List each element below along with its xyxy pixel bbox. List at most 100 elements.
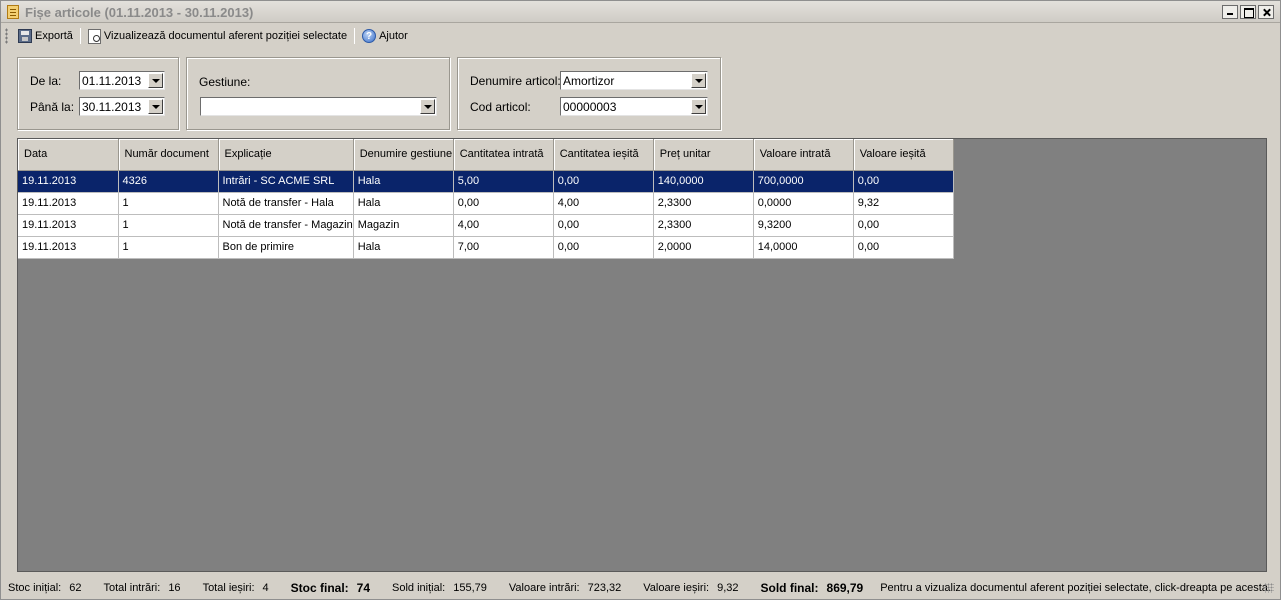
status-sold-final: Sold final: 869,79 [761, 581, 864, 595]
view-document-button[interactable]: Vizualizează documentul aferent poziției… [84, 26, 351, 46]
status-label: Total ieșiri: [202, 582, 255, 594]
table-cell: 5,00 [453, 170, 554, 193]
to-date-label: Până la: [30, 100, 75, 114]
table-cell: 19.11.2013 [18, 214, 119, 237]
table-cell: 0,00 [553, 170, 654, 193]
status-value: 62 [69, 582, 82, 594]
status-sold-initial: Sold inițial: 155,79 [392, 582, 487, 594]
table-cell: Hala [353, 170, 454, 193]
table-cell: 1 [118, 192, 219, 215]
gestiune-select[interactable] [200, 97, 437, 116]
status-value: 869,79 [826, 581, 864, 595]
toolbar: Exportă Vizualizează documentul aferent … [1, 24, 1280, 48]
status-valoare-intrari: Valoare intrări: 723,32 [509, 582, 621, 594]
chevron-down-icon[interactable] [691, 99, 706, 114]
table-cell: 4,00 [453, 214, 554, 237]
status-hint: Pentru a vizualiza documentul aferent po… [880, 582, 1271, 594]
help-label: Ajutor [379, 30, 408, 42]
article-movements-grid[interactable]: Data Număr document Explicație Denumire ges… [17, 138, 1267, 572]
table-cell: Intrări - SC ACME SRL [218, 170, 354, 193]
table-cell: 0,00 [853, 214, 954, 237]
movements-table: Data Număr document Explicație Denumire ges… [18, 139, 954, 259]
table-cell: 0,00 [853, 236, 954, 259]
column-header[interactable]: Preț unitar [653, 139, 754, 171]
resize-grip[interactable] [1264, 583, 1274, 593]
grid-header-row: Data Număr document Explicație Denumire ges… [18, 139, 954, 171]
title-bar[interactable]: Fișe articole (01.11.2013 - 30.11.2013) [1, 1, 1280, 23]
status-label: Stoc final: [290, 581, 349, 595]
table-cell: Notă de transfer - Hala [218, 192, 354, 215]
column-header[interactable]: Cantitatea intrată [453, 139, 554, 171]
table-row[interactable]: 19.11.2013 1 Notă de transfer - Hala Hala 0,… [18, 192, 954, 215]
chevron-down-icon[interactable] [148, 99, 163, 114]
table-cell: 0,00 [453, 192, 554, 215]
grid-body: 19.11.2013 4326 Intrări - SC ACME SRL Hala 5… [18, 170, 954, 259]
status-value: 155,79 [453, 582, 487, 594]
table-row[interactable]: 19.11.2013 1 Bon de primire Hala 7,00 0,00 2,0… [18, 236, 954, 259]
table-cell: 4326 [118, 170, 219, 193]
column-header[interactable]: Cantitatea ieșită [553, 139, 654, 171]
article-code-value: 00000003 [563, 100, 617, 114]
article-code-label: Cod articol: [470, 100, 531, 114]
status-label: Valoare intrări: [508, 582, 580, 594]
chevron-down-icon[interactable] [691, 73, 706, 88]
to-date-value: 30.11.2013 [82, 100, 142, 114]
to-date-picker[interactable]: 30.11.2013 [79, 97, 165, 116]
table-row[interactable]: 19.11.2013 4326 Intrări - SC ACME SRL Hala 5… [18, 170, 954, 193]
table-cell: 0,00 [553, 214, 654, 237]
chevron-down-icon[interactable] [420, 99, 435, 114]
status-label: Total intrări: [103, 582, 161, 594]
help-icon: ? [362, 29, 377, 43]
status-valoare-iesiri: Valoare ieșiri: 9,32 [643, 582, 738, 594]
from-date-value: 01.11.2013 [82, 74, 142, 88]
table-cell: 9,32 [853, 192, 954, 215]
status-label: Sold inițial: [392, 582, 446, 594]
table-cell: 1 [118, 236, 219, 259]
status-total-iesiri: Total ieșiri: 4 [203, 582, 269, 594]
column-header[interactable]: Data [18, 139, 119, 171]
status-total-intrari: Total intrări: 16 [103, 582, 180, 594]
from-date-picker[interactable]: 01.11.2013 [79, 71, 165, 90]
table-cell: Hala [353, 236, 454, 259]
window-title: Fișe articole (01.11.2013 - 30.11.2013) [25, 5, 254, 20]
column-header[interactable]: Denumire gestiune [353, 139, 454, 171]
status-value: 74 [356, 581, 371, 595]
status-stoc-initial: Stoc inițial: 62 [8, 582, 81, 594]
status-bar: Stoc inițial: 62 Total intrări: 16 Total i… [1, 578, 1280, 598]
from-date-label: De la: [30, 74, 62, 88]
table-cell: 7,00 [453, 236, 554, 259]
toolbar-separator [354, 28, 356, 44]
table-cell: 19.11.2013 [18, 236, 119, 259]
article-filter-group: Denumire articol: Amortizor Cod articol:… [457, 57, 721, 130]
minimize-button[interactable] [1222, 5, 1238, 19]
table-cell: 2,3300 [653, 192, 754, 215]
table-row[interactable]: 19.11.2013 1 Notă de transfer - Magazin Mag… [18, 214, 954, 237]
table-cell: 9,3200 [753, 214, 854, 237]
main-window: Fișe articole (01.11.2013 - 30.11.2013) … [0, 0, 1281, 600]
gestiune-filter-group: Gestiune: [186, 57, 450, 130]
toolbar-grip[interactable] [5, 28, 8, 44]
help-button[interactable]: ? Ajutor [358, 26, 412, 46]
status-label: Valoare ieșiri: [643, 582, 710, 594]
status-value: 4 [262, 582, 269, 594]
window-controls [1222, 5, 1274, 19]
status-value: 723,32 [587, 582, 622, 594]
table-cell: 0,00 [553, 236, 654, 259]
column-header[interactable]: Valoare ieșită [853, 139, 954, 171]
export-label: Exportă [35, 30, 73, 42]
document-list-icon [7, 5, 19, 19]
article-name-select[interactable]: Amortizor [560, 71, 708, 90]
table-cell: 2,3300 [653, 214, 754, 237]
status-value: 9,32 [717, 582, 739, 594]
table-cell: 0,0000 [753, 192, 854, 215]
chevron-down-icon[interactable] [148, 73, 163, 88]
column-header[interactable]: Număr document [118, 139, 219, 171]
export-button[interactable]: Exportă [14, 26, 77, 46]
column-header[interactable]: Valoare intrată [753, 139, 854, 171]
maximize-button[interactable] [1240, 5, 1256, 19]
article-code-select[interactable]: 00000003 [560, 97, 708, 116]
close-button[interactable] [1258, 5, 1274, 19]
column-header[interactable]: Explicație [218, 139, 354, 171]
table-cell: Bon de primire [218, 236, 354, 259]
table-cell: 140,0000 [653, 170, 754, 193]
